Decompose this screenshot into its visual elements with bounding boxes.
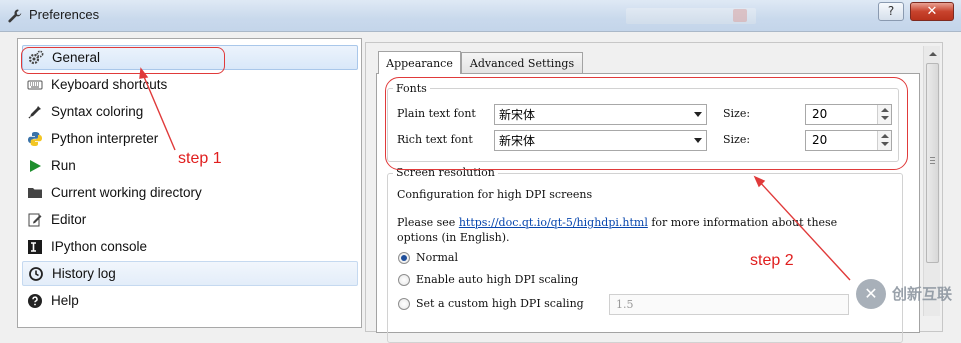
- wrench-icon: [8, 9, 22, 23]
- sidebar-item-help[interactable]: Help: [22, 288, 358, 313]
- sidebar-item-label: Help: [51, 293, 79, 308]
- radio-normal-label: Normal: [416, 251, 459, 264]
- scrollbar-thumb[interactable]: [926, 63, 939, 263]
- background-close-ghost: [733, 9, 747, 22]
- sidebar-item-syntax-coloring[interactable]: Syntax coloring: [22, 99, 358, 124]
- please-see-text: Please see: [397, 216, 456, 229]
- radio-auto-dpi[interactable]: [398, 274, 410, 286]
- watermark-text: 创新互联: [892, 285, 953, 303]
- radio-custom-dpi[interactable]: [398, 298, 410, 310]
- sidebar-item-current-working-directory[interactable]: Current working directory: [22, 180, 358, 205]
- annotation-step-1: step 1: [178, 150, 222, 167]
- sidebar-item-keyboard-shortcuts[interactable]: Keyboard shortcuts: [22, 72, 358, 97]
- sidebar-item-label: Python interpreter: [51, 131, 159, 146]
- sidebar-item-label: Current working directory: [51, 185, 202, 200]
- radio-custom-dpi-label: Set a custom high DPI scaling: [416, 297, 584, 310]
- tab-advanced-settings[interactable]: Advanced Settings: [461, 52, 583, 74]
- radio-normal[interactable]: [398, 252, 410, 264]
- sidebar-item-python-interpreter[interactable]: Python interpreter: [22, 126, 358, 151]
- grip-line: [930, 163, 935, 164]
- sidebar-item-label: Run: [51, 158, 76, 173]
- sidebar-item-label: IPython console: [51, 239, 148, 254]
- annotation-box-fonts: [385, 77, 908, 170]
- sidebar-item-history-log[interactable]: History log: [22, 261, 358, 286]
- scroll-up-icon[interactable]: [924, 46, 941, 62]
- sidebar-item-label: History log: [52, 266, 116, 281]
- console-icon: [27, 239, 43, 255]
- preferences-sidebar: General Keyboard shortcuts Syntax colori…: [17, 38, 362, 328]
- in-english-text: options (in English).: [397, 231, 510, 244]
- sidebar-item-editor[interactable]: Editor: [22, 207, 358, 232]
- help-button[interactable]: ?: [878, 2, 904, 21]
- custom-dpi-input[interactable]: 1.5: [609, 294, 849, 315]
- dpi-config-text: Configuration for high DPI screens: [397, 188, 593, 201]
- watermark-circle-icon: ✕: [856, 278, 886, 309]
- grip-line: [930, 157, 935, 158]
- title-bar: Preferences ? ✕: [0, 0, 961, 32]
- more-info-text: for more information about these: [651, 216, 838, 229]
- eyedropper-icon: [27, 104, 43, 120]
- python-icon: [27, 131, 43, 147]
- watermark-logo: ✕ 创新互联: [856, 272, 961, 315]
- sidebar-item-ipython-console[interactable]: IPython console: [22, 234, 358, 259]
- sidebar-item-label: Editor: [51, 212, 87, 227]
- folder-icon: [27, 185, 43, 201]
- radio-auto-dpi-label: Enable auto high DPI scaling: [416, 273, 579, 286]
- tab-appearance[interactable]: Appearance: [378, 51, 461, 74]
- help-icon: [27, 293, 43, 309]
- keyboard-icon: [27, 77, 43, 93]
- close-button[interactable]: ✕: [910, 2, 954, 21]
- dpi-info-line: Please see https://doc.qt.io/qt-5/highdp…: [397, 216, 837, 229]
- annotation-box-general: [21, 47, 225, 74]
- play-icon: [27, 158, 43, 174]
- grip-line: [930, 160, 935, 161]
- window-title: Preferences: [29, 7, 100, 22]
- history-icon: [28, 266, 44, 282]
- sidebar-item-label: Keyboard shortcuts: [51, 77, 168, 92]
- annotation-step-2: step 2: [750, 252, 794, 269]
- edit-icon: [27, 212, 43, 228]
- highdpi-link[interactable]: https://doc.qt.io/qt-5/highdpi.html: [459, 216, 648, 229]
- sidebar-item-label: Syntax coloring: [51, 104, 144, 119]
